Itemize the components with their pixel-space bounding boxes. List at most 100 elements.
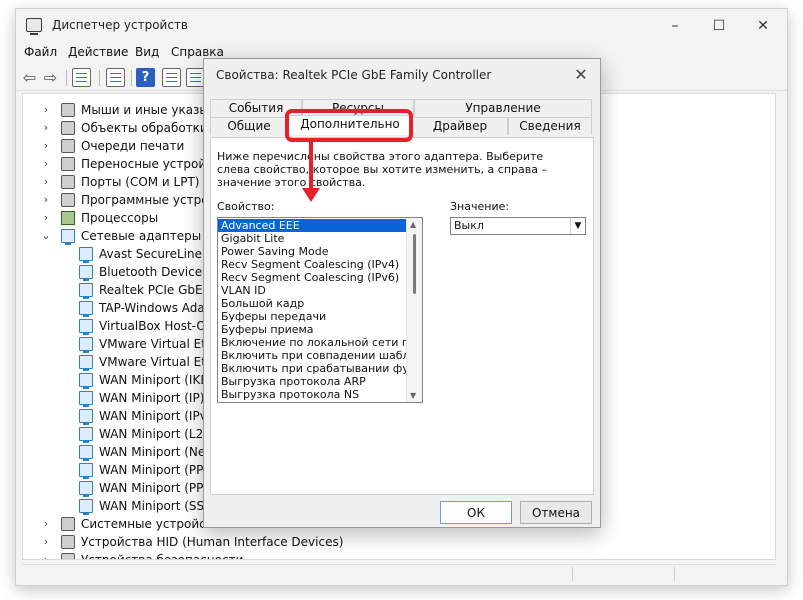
- tree-expander-icon[interactable]: ›: [41, 533, 51, 551]
- property-list-item[interactable]: Recv Segment Coalescing (IPv6): [218, 271, 406, 284]
- tree-expander-icon[interactable]: ›: [41, 119, 51, 137]
- tab-power-management[interactable]: Управление электропитанием: [414, 99, 592, 132]
- annotation-highlight-box: [285, 109, 413, 142]
- network-adapter-icon: [79, 265, 93, 281]
- tree-item-label: Сетевые адаптеры: [81, 229, 202, 243]
- tree-expander-icon[interactable]: ›: [41, 551, 51, 559]
- tree-item-label: WAN Miniport (PPT: [99, 481, 211, 495]
- tree-item-label: WAN Miniport (PPP(: [99, 463, 216, 477]
- network-adapter-icon: [79, 373, 93, 389]
- scroll-up-arrow-icon[interactable]: ▲: [410, 220, 416, 229]
- tree-item-label: Устройства HID (Human Interface Devices): [81, 535, 344, 549]
- value-label: Значение:: [450, 200, 510, 213]
- dialog-close-button[interactable]: ✕: [566, 62, 596, 88]
- property-list-item[interactable]: Включить при совпадении шаблона: [218, 349, 406, 362]
- properties-icon[interactable]: [72, 68, 91, 87]
- window-title: Диспетчер устройств: [52, 18, 189, 32]
- property-list-item[interactable]: Recv Segment Coalescing (IPv4): [218, 258, 406, 271]
- tree-item-label: Программные устройс: [81, 193, 223, 207]
- tree-item-label: WAN Miniport (SSTF: [99, 499, 219, 513]
- tree-expander-icon[interactable]: ›: [41, 209, 51, 227]
- network-adapter-icon: [79, 427, 93, 443]
- property-list-item[interactable]: Power Saving Mode: [218, 245, 406, 258]
- network-adapter-icon: [79, 301, 93, 317]
- property-list-item[interactable]: Включение по локальной сети после: [218, 336, 406, 349]
- menu-help[interactable]: Справка: [171, 45, 224, 59]
- tab-details[interactable]: Сведения: [508, 117, 592, 135]
- port-icon: [61, 175, 75, 189]
- forward-arrow-icon[interactable]: ⇨: [41, 68, 60, 87]
- tree-expander-icon[interactable]: ›: [41, 137, 51, 155]
- cancel-button[interactable]: Отмена: [520, 501, 592, 524]
- tree-item-label: WAN Miniport (IPv6: [99, 409, 215, 423]
- property-list-item[interactable]: VLAN ID: [218, 284, 406, 297]
- system-device-icon: [61, 517, 75, 531]
- tree-item-label: WAN Miniport (IKEv: [99, 373, 216, 387]
- network-adapter-icon: [79, 481, 93, 497]
- network-adapter-icon: [79, 463, 93, 479]
- tree-item-label: Мыши и иные указыва: [81, 103, 224, 117]
- scroll-down-arrow-icon[interactable]: ▼: [410, 391, 416, 400]
- tree-expander-icon[interactable]: ›: [41, 515, 51, 533]
- tree-item[interactable]: › Устройства безопасности: [23, 551, 775, 559]
- network-adapter-icon: [79, 445, 93, 461]
- dialog-title: Свойства: Realtek PCIe GbE Family Contro…: [216, 68, 492, 82]
- property-list-scrollbar[interactable]: ▲ ▼: [406, 218, 422, 402]
- tree-item[interactable]: › Устройства HID (Human Interface Devices…: [23, 533, 775, 551]
- network-adapter-icon: [79, 283, 93, 299]
- property-list[interactable]: ▲ ▼ Advanced EEE Gigabit Lite Power Saving…: [217, 217, 423, 403]
- menu-file[interactable]: Файл: [24, 45, 57, 59]
- tree-expander-icon[interactable]: ⌄: [41, 227, 51, 245]
- network-adapter-icon: [79, 391, 93, 407]
- portable-device-icon: [61, 157, 75, 171]
- ok-button[interactable]: ОК: [440, 501, 512, 524]
- tree-expander-icon[interactable]: ›: [41, 173, 51, 191]
- value-dropdown-selected: Выкл: [454, 219, 484, 232]
- property-list-item[interactable]: Выгрузка протокола NS: [218, 388, 406, 401]
- property-list-item[interactable]: Advanced EEE: [218, 219, 406, 232]
- tree-expander-icon[interactable]: ›: [41, 101, 51, 119]
- tab-driver[interactable]: Драйвер: [412, 117, 508, 135]
- processor-icon: [61, 211, 75, 225]
- printer-icon: [61, 139, 75, 153]
- property-list-item[interactable]: Gigabit Lite: [218, 232, 406, 245]
- scrollbar-thumb[interactable]: [413, 234, 416, 294]
- close-button[interactable]: ✕: [743, 13, 783, 39]
- minimize-button[interactable]: –: [655, 13, 695, 39]
- tab-general[interactable]: Общие: [210, 117, 288, 135]
- property-label: Свойство:: [217, 200, 275, 213]
- network-adapter-icon: [79, 499, 93, 515]
- annotation-arrow-head: [302, 188, 320, 202]
- tree-item-label: Очереди печати: [81, 139, 185, 153]
- help-icon[interactable]: ?: [136, 68, 155, 87]
- value-dropdown[interactable]: Выкл ▼: [450, 217, 586, 235]
- advanced-tab-panel: Ниже перечислены свойства этого адаптера…: [210, 137, 594, 495]
- network-adapter-icon: [61, 229, 75, 245]
- tree-item-label: TAP-Windows Adapt: [99, 301, 218, 315]
- menu-action[interactable]: Действие: [68, 45, 128, 59]
- tree-item-label: WAN Miniport (IP): [99, 391, 205, 405]
- property-list-item[interactable]: Большой кадр: [218, 297, 406, 310]
- device-manager-icon: [26, 18, 42, 35]
- audio-icon: [61, 121, 75, 135]
- tree-expander-icon[interactable]: ›: [41, 155, 51, 173]
- adapter-description: Ниже перечислены свойства этого адаптера…: [217, 150, 547, 189]
- property-list-item[interactable]: Буферы передачи: [218, 310, 406, 323]
- property-list-item[interactable]: Включить при срабатывании функци: [218, 362, 406, 375]
- mouse-icon: [61, 103, 75, 117]
- annotation-arrow-line: [309, 142, 313, 190]
- view-icon[interactable]: [162, 68, 181, 87]
- dropdown-arrow-icon[interactable]: ▼: [570, 218, 585, 234]
- property-list-item[interactable]: Выгрузка протокола ARP: [218, 375, 406, 388]
- property-list-item[interactable]: Буферы приема: [218, 323, 406, 336]
- maximize-button[interactable]: ☐: [699, 13, 739, 39]
- tree-expander-icon[interactable]: ›: [41, 191, 51, 209]
- title-bar[interactable]: Диспетчер устройств – ☐ ✕: [16, 9, 787, 43]
- menu-view[interactable]: Вид: [135, 45, 159, 59]
- tree-item-label: Порты (COM и LPT): [81, 175, 200, 189]
- security-device-icon: [61, 553, 75, 559]
- back-arrow-icon[interactable]: ⇦: [20, 68, 39, 87]
- dialog-title-bar[interactable]: Свойства: Realtek PCIe GbE Family Contro…: [204, 59, 600, 91]
- device-list-icon[interactable]: [106, 68, 125, 87]
- network-adapter-icon: [79, 355, 93, 371]
